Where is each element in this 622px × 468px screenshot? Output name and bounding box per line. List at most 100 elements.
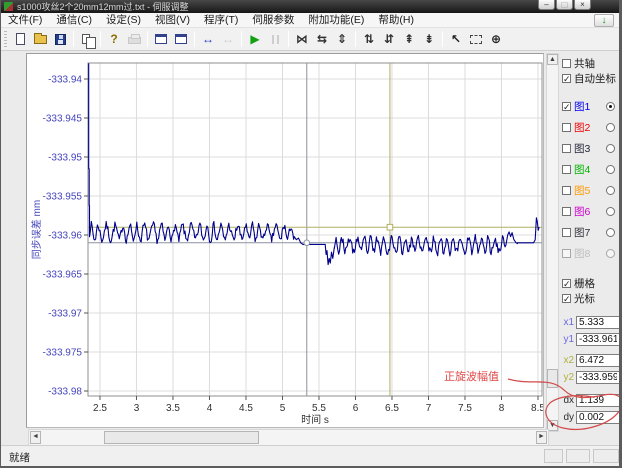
scroll-right-icon[interactable]: ► <box>536 431 547 444</box>
help-key-button[interactable]: ? <box>104 29 124 49</box>
chart-3-radio[interactable] <box>606 144 615 153</box>
x2-field[interactable] <box>576 354 620 367</box>
chart-2-checkbox[interactable] <box>562 123 571 132</box>
scale-y-up-button[interactable]: ⇅ <box>359 29 379 49</box>
chart-7-radio[interactable] <box>606 228 615 237</box>
chart-1-label: 图1 <box>574 99 590 114</box>
copy-icon <box>82 34 90 44</box>
scale-auto-down-button[interactable]: ⇟ <box>419 29 439 49</box>
toolbar: ? ↔↔ ▶ ⋈⇆⇕ ⇅⇵⇞⇟ ↖ ⊕ <box>1 28 619 51</box>
fit-horizontal-alt-button[interactable]: ↔ <box>218 29 238 49</box>
green-down-arrow-button[interactable]: ↓ <box>594 14 614 27</box>
app-window: s1000攻丝2个20mm12mm过.txt - 伺服调整 – ▢ × 文件(F… <box>0 0 622 468</box>
y2-field[interactable] <box>576 371 620 384</box>
run-button[interactable]: ▶ <box>245 29 265 49</box>
grid-checkbox[interactable]: ✓ <box>562 279 571 288</box>
chart-6-checkbox[interactable] <box>562 207 571 216</box>
zoom-x-compress-button[interactable]: ⇆ <box>312 29 332 49</box>
x1-field[interactable] <box>576 316 620 329</box>
dx-label: dx <box>561 395 574 406</box>
zoom-x-expand-button[interactable]: ⋈ <box>292 29 312 49</box>
print-button[interactable] <box>124 29 144 49</box>
chart-1-checkbox[interactable]: ✓ <box>562 102 571 111</box>
select-rect-tool-button[interactable] <box>466 29 486 49</box>
dy-field[interactable] <box>576 411 620 424</box>
scroll-left-icon[interactable]: ◄ <box>30 431 41 444</box>
horizontal-scrollbar-thumb[interactable] <box>104 431 259 444</box>
chart-row-2: 图2 <box>561 117 620 138</box>
chart-4-label: 图4 <box>574 162 590 177</box>
zoom-y-button[interactable]: ⇕ <box>332 29 352 49</box>
chart-8-label: 图8 <box>574 246 590 261</box>
vertical-scrollbar[interactable]: ▲ ▼ <box>546 53 559 432</box>
toolbar-separator <box>73 31 74 47</box>
chart-5-checkbox[interactable] <box>562 186 571 195</box>
horizontal-scrollbar[interactable]: ◄ ► <box>28 429 549 446</box>
svg-text:-333.94: -333.94 <box>48 74 82 85</box>
copy-button[interactable] <box>77 29 97 49</box>
svg-text:-333.945: -333.945 <box>43 113 83 124</box>
vertical-scrollbar-thumb[interactable] <box>547 369 558 388</box>
window-2-icon <box>175 34 187 44</box>
select-rect-tool-icon <box>470 35 482 44</box>
menu-settings[interactable]: 设定(S) <box>99 13 148 28</box>
chart-5-label: 图5 <box>574 183 590 198</box>
menu-servo-params[interactable]: 伺服参数 <box>245 13 301 28</box>
autoscale-checkbox[interactable]: ✓ <box>562 74 571 83</box>
maximize-button[interactable]: ▢ <box>556 0 573 10</box>
chart-7-label: 图7 <box>574 225 590 240</box>
coaxial-row: 共轴 <box>561 56 620 71</box>
dx-field[interactable] <box>576 394 620 407</box>
pointer-tool-button[interactable]: ↖ <box>446 29 466 49</box>
open-file-button[interactable] <box>30 29 50 49</box>
svg-text:-333.97: -333.97 <box>48 309 82 320</box>
x-axis-title: 时间 s <box>301 413 329 426</box>
close-button[interactable]: × <box>574 0 591 10</box>
open-file-icon <box>34 35 47 44</box>
menu-file[interactable]: 文件(F) <box>1 13 49 28</box>
chart-7-checkbox[interactable] <box>562 228 571 237</box>
svg-text:-333.98: -333.98 <box>48 387 82 398</box>
fit-horizontal-button[interactable]: ↔ <box>198 29 218 49</box>
scale-y-down-button[interactable]: ⇵ <box>379 29 399 49</box>
coaxial-checkbox[interactable] <box>562 59 571 68</box>
move-tool-button[interactable]: ⊕ <box>486 29 506 49</box>
toolbar-separator <box>147 31 148 47</box>
chart-8-radio[interactable] <box>606 249 615 258</box>
annotation-text: 正旋波幅值 <box>444 368 499 384</box>
chart-3-checkbox[interactable] <box>562 144 571 153</box>
scroll-up-icon[interactable]: ▲ <box>547 54 558 65</box>
chart-3-label: 图3 <box>574 141 590 156</box>
window-1-button[interactable] <box>151 29 171 49</box>
chart-6-radio[interactable] <box>606 207 615 216</box>
window-2-button[interactable] <box>171 29 191 49</box>
scale-auto-up-button[interactable]: ⇞ <box>399 29 419 49</box>
y-axis-title: 同步误差 mm <box>30 200 43 259</box>
chart-row-8: 图8 <box>561 243 620 264</box>
pause-button[interactable] <box>265 29 285 49</box>
svg-text:-333.95: -333.95 <box>48 152 82 163</box>
menu-view[interactable]: 视图(V) <box>148 13 197 28</box>
y1-field[interactable] <box>576 333 620 346</box>
chart-8-checkbox[interactable] <box>562 249 571 258</box>
chart-4-radio[interactable] <box>606 165 615 174</box>
menu-extra-functions[interactable]: 附加功能(E) <box>301 13 371 28</box>
svg-text:2.5: 2.5 <box>93 403 107 414</box>
chart-4-checkbox[interactable] <box>562 165 571 174</box>
menu-help[interactable]: 帮助(H) <box>371 13 421 28</box>
svg-text:4: 4 <box>207 403 213 414</box>
save-button[interactable] <box>50 29 70 49</box>
menu-communication[interactable]: 通信(C) <box>49 13 99 28</box>
menu-program[interactable]: 程序(T) <box>197 13 245 28</box>
chart-1-radio[interactable] <box>606 102 615 111</box>
toolbar-separator <box>100 31 101 47</box>
new-file-button[interactable] <box>10 29 30 49</box>
cursor-checkbox[interactable]: ✓ <box>562 294 571 303</box>
svg-text:7: 7 <box>426 403 432 414</box>
chart-5-radio[interactable] <box>606 186 615 195</box>
chart-2-radio[interactable] <box>606 123 615 132</box>
svg-text:-333.96: -333.96 <box>48 230 82 241</box>
chart-row-3: 图3 <box>561 138 620 159</box>
cursor-row: ✓ 光标 <box>561 291 620 306</box>
minimize-button[interactable]: – <box>538 0 555 10</box>
